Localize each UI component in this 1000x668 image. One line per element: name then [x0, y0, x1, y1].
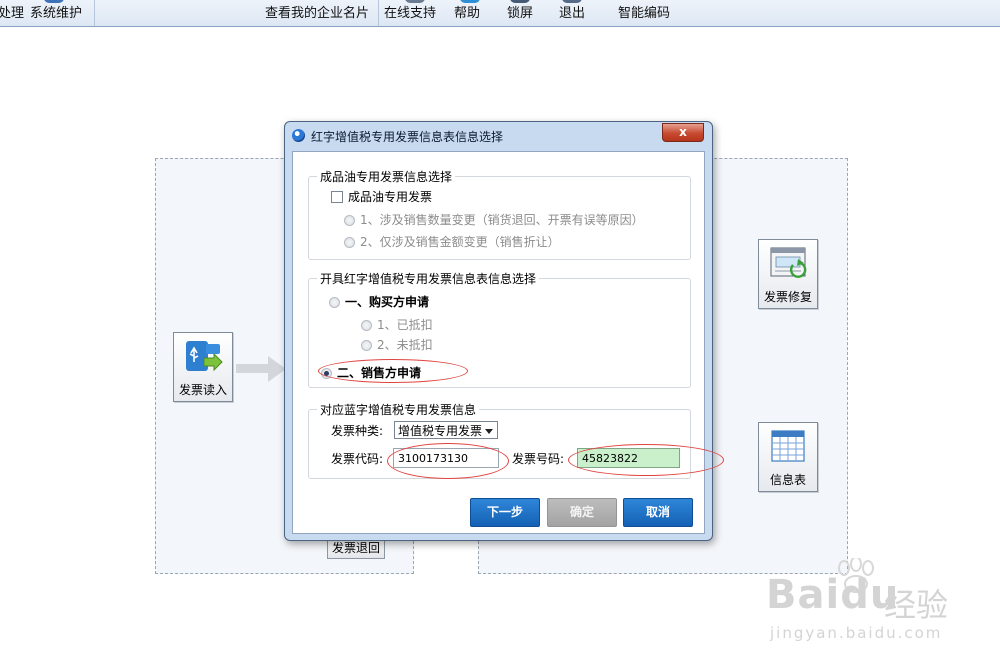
- toolbar-smart-coding[interactable]: 智能编码: [618, 5, 670, 23]
- next-step-button[interactable]: 下一步: [470, 498, 540, 527]
- buyer-deducted-label: 1、已抵扣: [377, 318, 433, 332]
- oil-invoice-group: 成品油专用发票信息选择 成品油专用发票 1、涉及销售数量变更（销货退回、开票有误…: [308, 168, 691, 260]
- invoice-repair-label: 发票修复: [763, 290, 812, 304]
- toolbar-icon-stub: [562, 0, 582, 3]
- info-table-tile[interactable]: 信息表: [758, 422, 818, 492]
- toolbar-icon-stub: [510, 0, 530, 3]
- toolbar-separator: [94, 0, 95, 26]
- invoice-number-input[interactable]: 45823822: [577, 448, 680, 468]
- toolbar-online-support[interactable]: 在线支持: [384, 5, 436, 23]
- toolbar-lock-screen[interactable]: 锁屏: [507, 5, 533, 23]
- usb-import-icon: [186, 341, 223, 372]
- red-invoice-selection-dialog: 红字增值税专用发票信息表信息选择 x 成品油专用发票信息选择 成品油专用发票 1…: [284, 121, 713, 541]
- watermark-cn: 经验: [884, 586, 949, 624]
- oil-option-amount-label: 2、仅涉及销售金额变更（销售折让）: [360, 235, 560, 249]
- oil-invoice-checkbox-label: 成品油专用发票: [348, 190, 433, 204]
- invoice-type-label: 发票种类:: [331, 424, 384, 438]
- invoice-number-label: 发票号码:: [512, 452, 565, 466]
- red-group-title: 开具红字增值税专用发票信息表信息选择: [317, 270, 540, 287]
- invoice-repair-icon: [770, 247, 807, 278]
- oil-group-title: 成品油专用发票信息选择: [317, 168, 456, 185]
- red-invoice-application-group: 开具红字增值税专用发票信息表信息选择 一、购买方申请 1、已抵扣 2、未抵扣 二…: [308, 270, 691, 388]
- invoice-read-tile[interactable]: 发票读入: [173, 332, 233, 402]
- toolbar-separator: [378, 0, 379, 26]
- buyer-not-deducted-option[interactable]: 2、未抵扣: [361, 337, 433, 353]
- toolbar-icon-stub: [460, 0, 480, 3]
- cancel-button[interactable]: 取消: [623, 498, 693, 527]
- confirm-button[interactable]: 确定: [547, 498, 617, 527]
- oil-option-quantity-label: 1、涉及销售数量变更（销货退回、开票有误等原因）: [360, 213, 644, 227]
- invoice-code-label: 发票代码:: [331, 452, 384, 466]
- oil-option-amount[interactable]: 2、仅涉及销售金额变更（销售折让）: [344, 234, 560, 250]
- invoice-read-label: 发票读入: [178, 383, 227, 397]
- seller-application-option[interactable]: 二、销售方申请: [321, 365, 421, 381]
- invoice-code-input[interactable]: 3100173130: [393, 448, 499, 468]
- oil-invoice-checkbox-row[interactable]: 成品油专用发票: [331, 189, 432, 205]
- toolbar-help[interactable]: 帮助: [454, 5, 480, 23]
- toolbar-icon-stub: [44, 0, 64, 3]
- buyer-application-label: 一、购买方申请: [345, 295, 430, 309]
- blue-invoice-info-group: 对应蓝字增值税专用发票信息 发票种类: 增值税专用发票 发票代码: 310017…: [308, 401, 691, 479]
- dialog-titlebar[interactable]: 红字增值税专用发票信息表信息选择 x: [285, 122, 712, 150]
- invoice-type-select[interactable]: 增值税专用发票: [394, 421, 498, 439]
- blue-group-title: 对应蓝字增值税专用发票信息: [317, 401, 480, 418]
- top-toolbar: 处理 系统维护 查看我的企业名片 在线支持 帮助 锁屏 退出 智能编码: [0, 0, 1000, 27]
- info-table-label: 信息表: [769, 473, 806, 487]
- dialog-title: 红字增值税专用发票信息表信息选择: [311, 130, 504, 144]
- invoice-repair-tile[interactable]: 发票修复: [758, 239, 818, 309]
- buyer-application-radio[interactable]: [329, 297, 340, 308]
- close-button[interactable]: x: [662, 123, 704, 142]
- toolbar-system-maintenance[interactable]: 系统维护: [30, 5, 82, 23]
- toolbar-company-card[interactable]: 查看我的企业名片: [265, 5, 369, 23]
- oil-option-quantity-radio[interactable]: [344, 215, 355, 226]
- chevron-down-icon: [485, 429, 493, 434]
- toolbar-icon-stub: [405, 0, 425, 3]
- flow-arrow-icon: [236, 356, 286, 382]
- table-icon: [771, 430, 805, 462]
- seller-application-label: 二、销售方申请: [337, 366, 422, 380]
- watermark-url: jingyan.baidu.com: [770, 624, 943, 642]
- watermark-brand-bai: Bai: [766, 572, 841, 618]
- buyer-deducted-option[interactable]: 1、已抵扣: [361, 317, 433, 333]
- buyer-deducted-radio[interactable]: [361, 320, 372, 331]
- watermark-brand: Baidu: [766, 572, 899, 618]
- oil-option-amount-radio[interactable]: [344, 237, 355, 248]
- toolbar-exit[interactable]: 退出: [559, 5, 585, 23]
- buyer-not-deducted-label: 2、未抵扣: [377, 338, 433, 352]
- buyer-not-deducted-radio[interactable]: [361, 340, 372, 351]
- seller-application-radio[interactable]: [321, 368, 332, 379]
- dialog-body: 成品油专用发票信息选择 成品油专用发票 1、涉及销售数量变更（销货退回、开票有误…: [292, 151, 705, 534]
- toolbar-process[interactable]: 处理: [0, 5, 24, 23]
- oil-invoice-checkbox[interactable]: [331, 191, 343, 203]
- oil-option-quantity[interactable]: 1、涉及销售数量变更（销货退回、开票有误等原因）: [344, 212, 644, 228]
- app-logo-icon: [292, 129, 305, 142]
- buyer-application-option[interactable]: 一、购买方申请: [329, 294, 429, 310]
- invoice-type-value: 增值税专用发票: [398, 424, 483, 438]
